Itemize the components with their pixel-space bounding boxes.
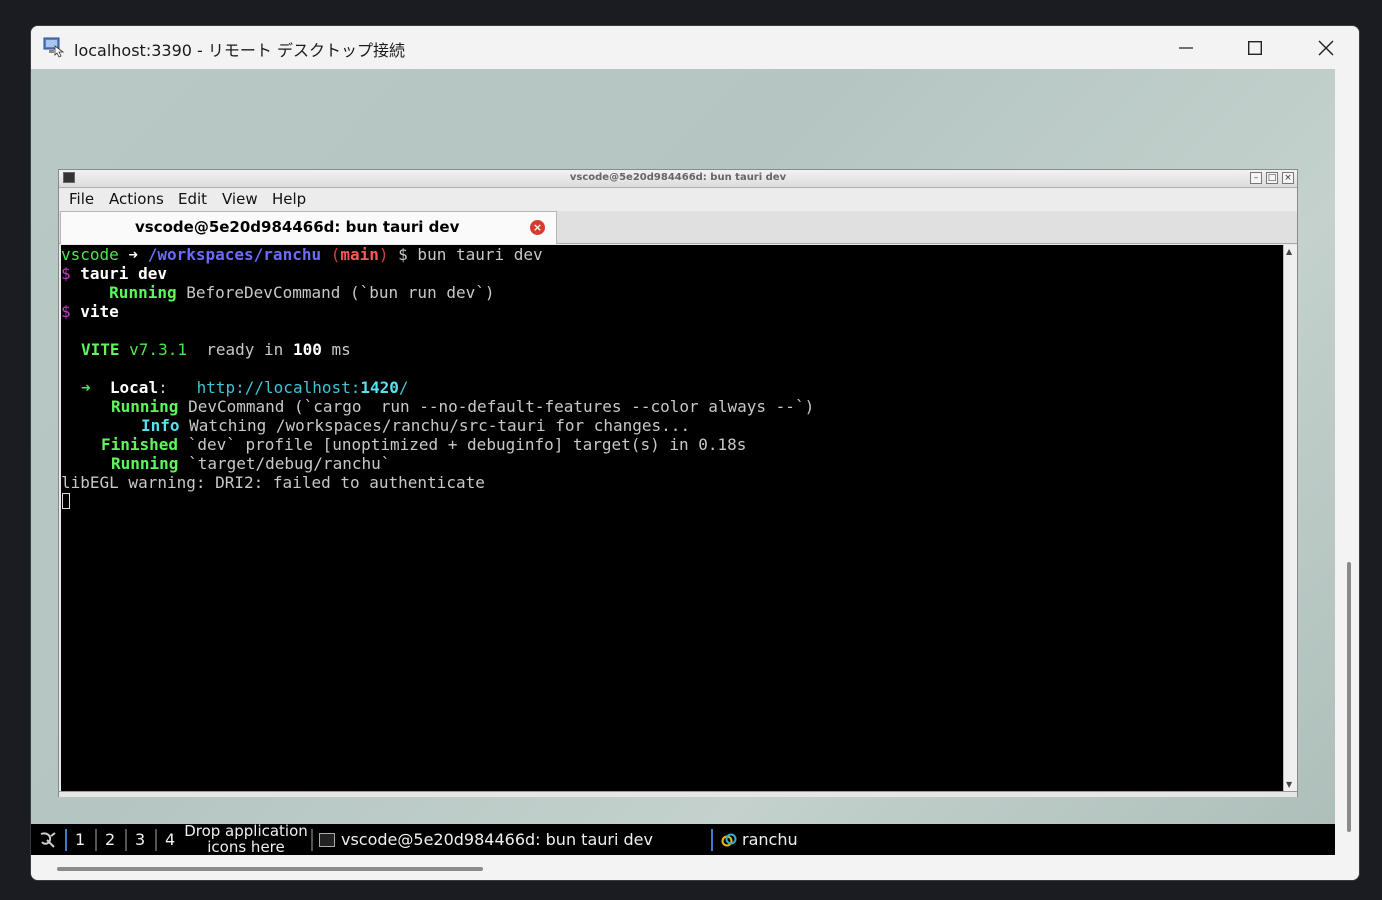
terminal-minimize-button[interactable]: – (1250, 172, 1262, 184)
workspace-1[interactable]: 1 (75, 824, 85, 855)
terminal-tabbar: vscode@5e20d984466d: bun tauri dev × (59, 211, 1297, 244)
tab-terminal-session[interactable]: vscode@5e20d984466d: bun tauri dev × (60, 211, 557, 244)
maximize-button[interactable] (1237, 34, 1273, 62)
taskbar: 1 2 3 4 Drop application icons here vsco… (31, 823, 1335, 855)
close-icon (1318, 40, 1334, 56)
menu-help[interactable]: Help (272, 190, 306, 208)
workspace-separator (311, 829, 313, 851)
terminal-window-title: vscode@5e20d984466d: bun tauri dev (569, 172, 787, 183)
tab-close-icon[interactable]: × (530, 220, 545, 235)
terminal-scrollbar[interactable]: ▲ ▼ (1283, 245, 1297, 791)
terminal-line: vscode ➜ /workspaces/ranchu (main) $ bun… (61, 245, 543, 264)
terminal-window: vscode@5e20d984466d: bun tauri dev – □ ×… (58, 169, 1298, 797)
workspace-separator (155, 829, 157, 851)
terminal-cursor (62, 493, 70, 509)
workspace-separator (65, 829, 67, 851)
terminal-titlebar: vscode@5e20d984466d: bun tauri dev – □ × (59, 170, 1297, 188)
close-button[interactable] (1308, 34, 1344, 62)
terminal-line: $ vite (61, 302, 119, 321)
rdp-horizontal-scrollbar[interactable] (31, 855, 1335, 880)
remote-desktop-icon (43, 37, 65, 58)
task-terminal[interactable]: vscode@5e20d984466d: bun tauri dev (319, 824, 653, 855)
launcher-drop-area[interactable]: Drop application icons here (184, 823, 308, 855)
app-menu-icon (40, 831, 56, 848)
scrollbar-thumb[interactable] (1347, 562, 1351, 832)
rdp-titlebar: localhost:3390 - リモート デスクトップ接続 (31, 26, 1359, 69)
workspace-2[interactable]: 2 (105, 824, 115, 855)
terminal-close-button[interactable]: × (1282, 172, 1294, 184)
task-ranchu[interactable]: ranchu (720, 824, 798, 855)
task-terminal-label: vscode@5e20d984466d: bun tauri dev (341, 830, 653, 849)
terminal-line: Running DevCommand (`cargo run --no-defa… (111, 397, 815, 416)
maximize-icon (1248, 41, 1262, 55)
terminal-icon (319, 832, 335, 847)
workspace-separator (95, 829, 97, 851)
terminal-output[interactable]: vscode ➜ /workspaces/ranchu (main) $ bun… (61, 245, 1283, 791)
workspace-separator (125, 829, 127, 851)
terminal-line: VITE v7.3.1 ready in 100 ms (81, 340, 351, 359)
terminal-line: libEGL warning: DRI2: failed to authenti… (61, 473, 485, 492)
menu-actions[interactable]: Actions (109, 190, 164, 208)
tauri-icon (721, 833, 737, 846)
terminal-line: $ tauri dev (61, 264, 167, 283)
menu-edit[interactable]: Edit (178, 190, 207, 208)
terminal-line: Running `target/debug/ranchu` (111, 454, 391, 473)
terminal-line: Running BeforeDevCommand (`bun run dev`) (109, 283, 495, 302)
scroll-down-icon[interactable]: ▼ (1286, 780, 1292, 789)
workspace-4[interactable]: 4 (165, 824, 175, 855)
minimize-button[interactable] (1168, 34, 1204, 62)
terminal-line: Finished `dev` profile [unoptimized + de… (101, 435, 747, 454)
task-separator (711, 829, 713, 851)
task-ranchu-label: ranchu (742, 830, 798, 849)
terminal-bottom-edge (59, 791, 1297, 797)
scroll-up-icon[interactable]: ▲ (1286, 247, 1292, 256)
terminal-line: Info Watching /workspaces/ranchu/src-tau… (141, 416, 691, 435)
terminal-line: ➜ Local: http://localhost:1420/ (81, 378, 409, 397)
menu-view[interactable]: View (222, 190, 258, 208)
tab-label: vscode@5e20d984466d: bun tauri dev (135, 218, 460, 236)
workspace-3[interactable]: 3 (135, 824, 145, 855)
rdp-vertical-scrollbar[interactable] (1335, 69, 1359, 880)
remote-desktop-area: vscode@5e20d984466d: bun tauri dev – □ ×… (31, 69, 1335, 855)
remote-desktop-window: localhost:3390 - リモート デスクトップ接続 vscode@5e… (30, 25, 1360, 881)
minimize-icon (1179, 47, 1193, 49)
scrollbar-thumb[interactable] (57, 867, 483, 871)
terminal-menubar: File Actions Edit View Help (59, 188, 1297, 211)
menu-file[interactable]: File (69, 190, 94, 208)
start-menu-button[interactable] (35, 824, 61, 855)
terminal-maximize-button[interactable]: □ (1266, 172, 1278, 184)
rdp-window-title: localhost:3390 - リモート デスクトップ接続 (74, 41, 405, 60)
